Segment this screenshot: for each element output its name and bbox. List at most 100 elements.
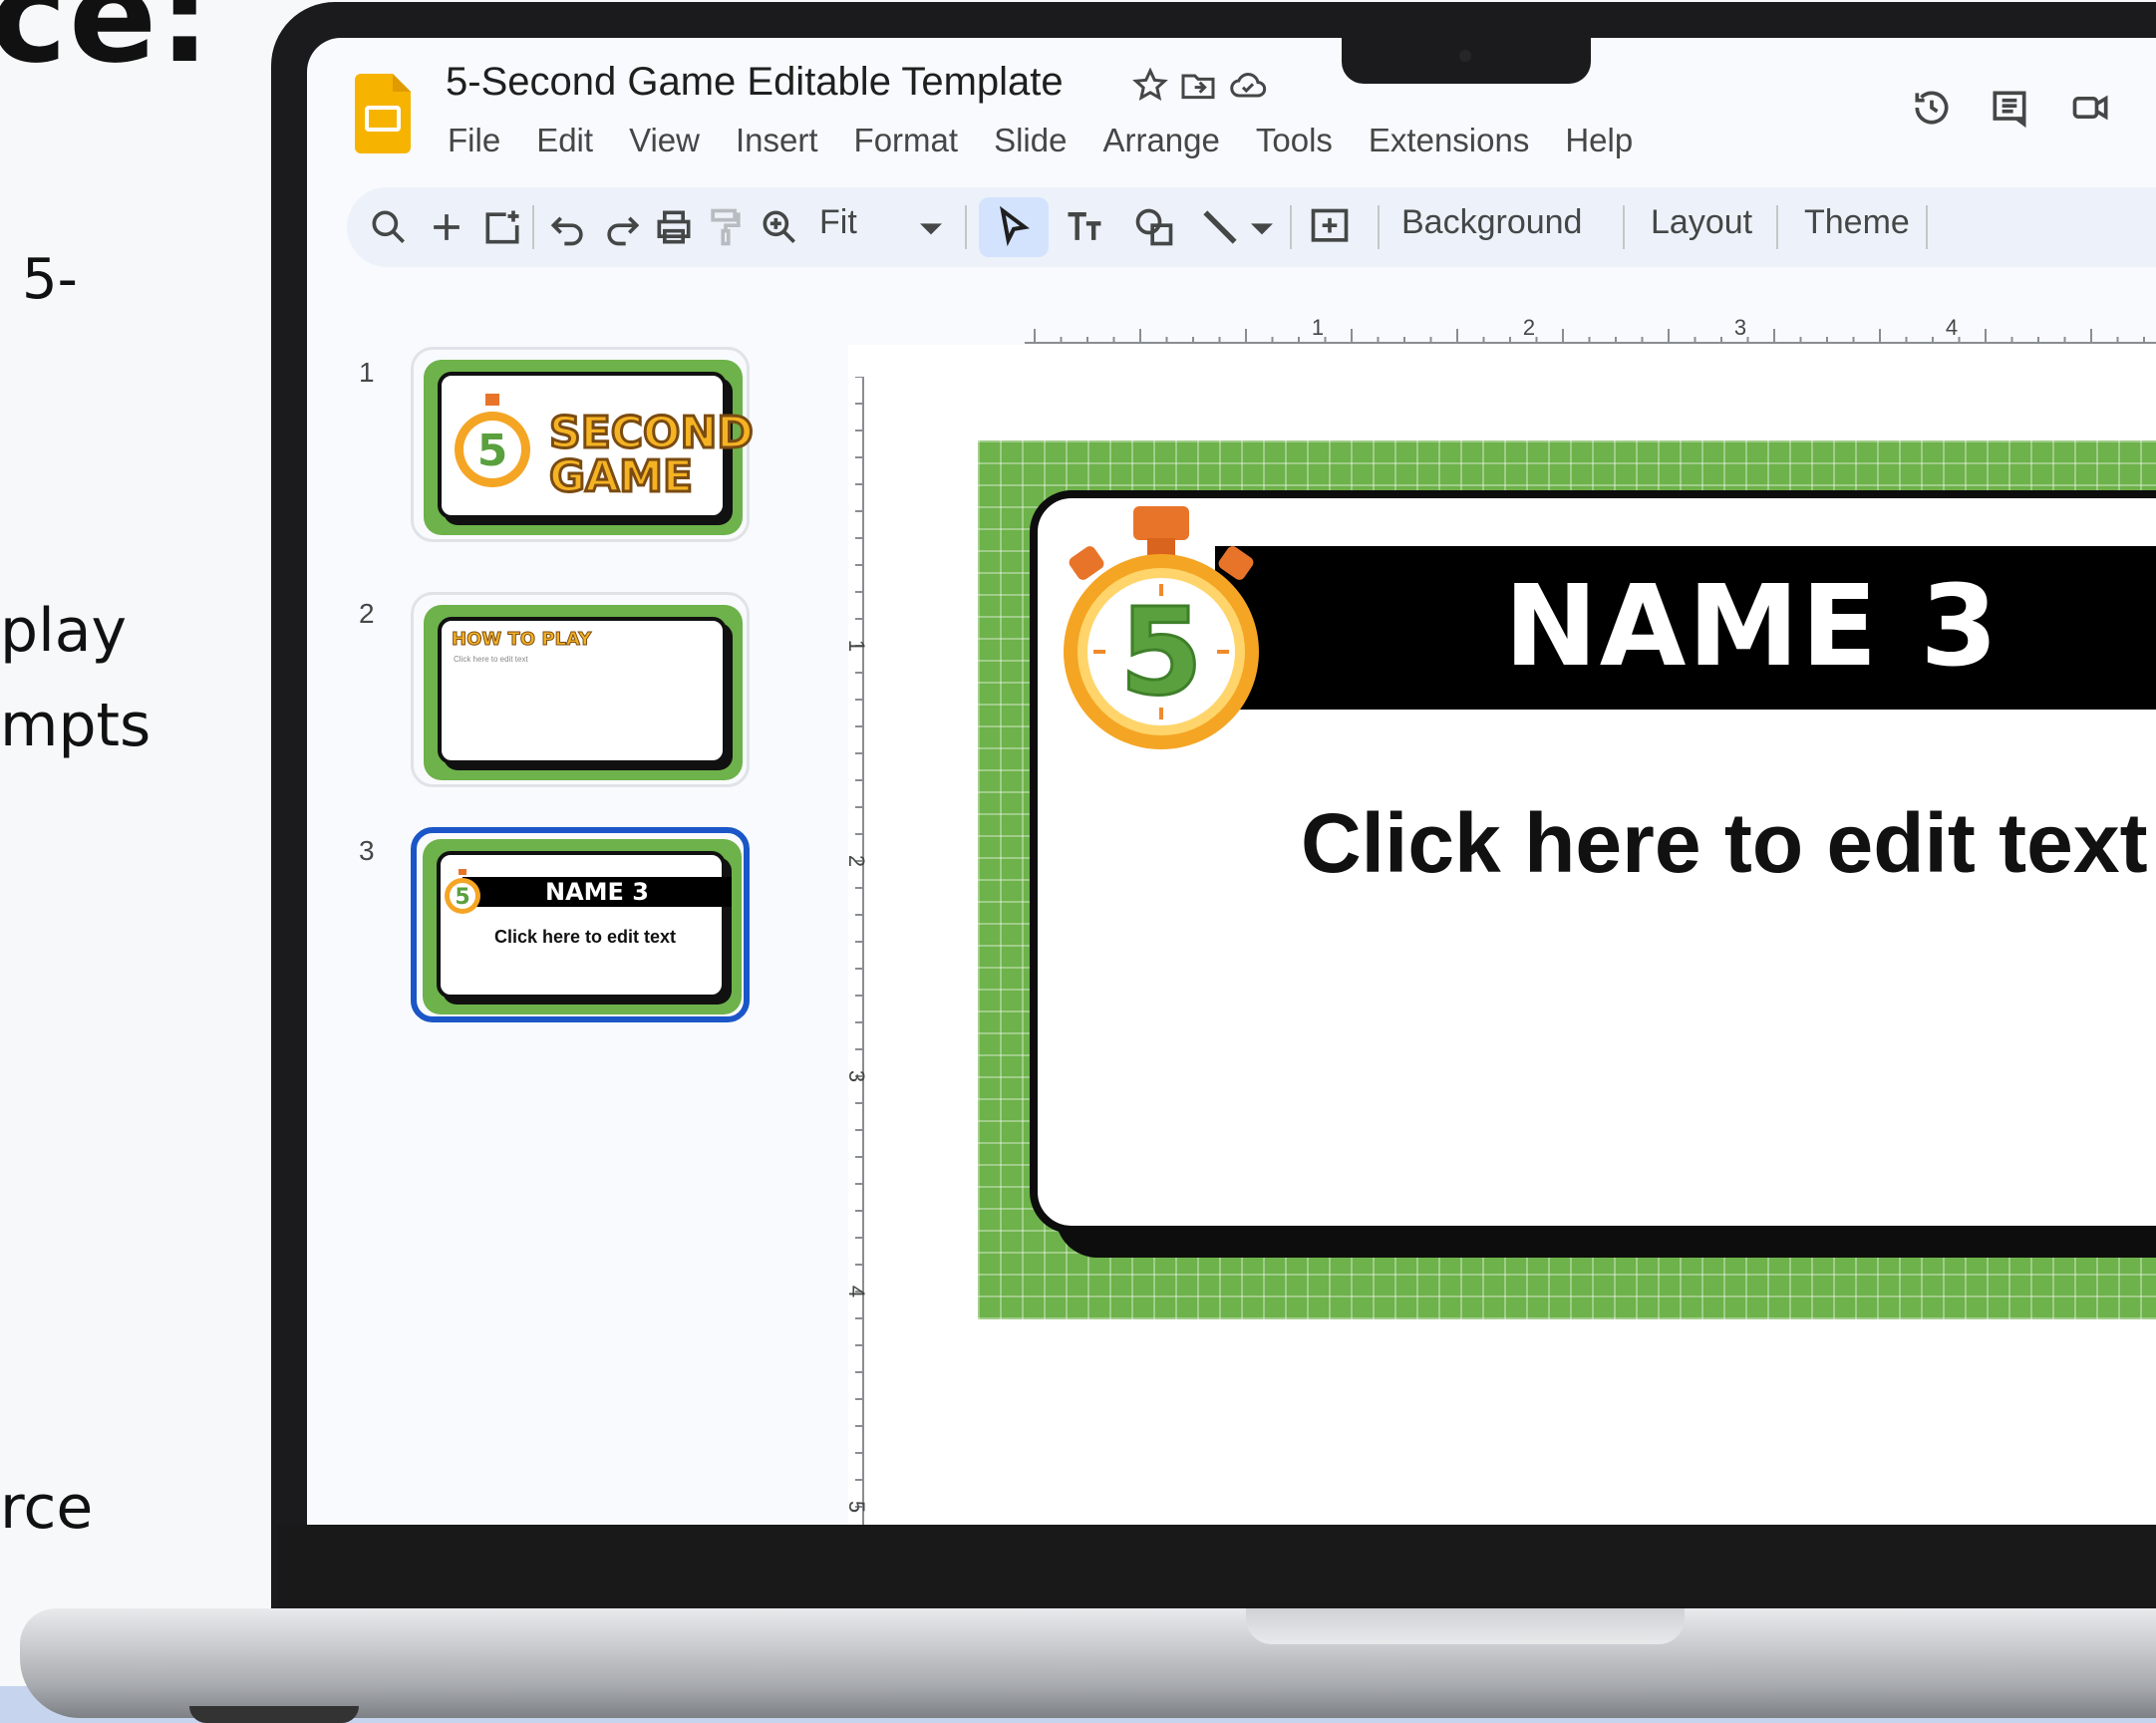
menu-view[interactable]: View — [629, 122, 700, 159]
paint-format-icon[interactable] — [704, 205, 748, 249]
redo-icon[interactable] — [600, 205, 644, 249]
menu-file[interactable]: File — [448, 122, 500, 159]
slide-card[interactable]: NAME 3 5 Click here to edit text — [1030, 490, 2156, 1234]
thumbnail-title-line: SECOND — [548, 408, 756, 458]
ruler-label: 4 — [844, 1286, 867, 1297]
comments-icon[interactable] — [1988, 86, 2031, 130]
menu-format[interactable]: Format — [854, 122, 959, 159]
promo-text-line: mpts — [0, 691, 152, 760]
toolbar-separator — [965, 205, 967, 249]
layout-button[interactable]: Layout — [1651, 203, 1752, 242]
thumbnail-background: 5 SECOND GAME — [424, 360, 755, 535]
menu-bar: File Edit View Insert Format Slide Arran… — [448, 122, 1669, 159]
slide-thumbnail-1[interactable]: 5 SECOND GAME — [411, 347, 755, 542]
thumbnail-title: SECOND GAME — [548, 408, 756, 502]
promo-text-line: 5- — [22, 247, 78, 312]
thumbnail-subtitle: Click here to edit text — [454, 655, 528, 664]
chevron-down-icon[interactable] — [909, 205, 953, 249]
new-slide-layout-icon[interactable] — [480, 205, 524, 249]
print-icon[interactable] — [652, 205, 696, 249]
menu-arrange[interactable]: Arrange — [1102, 122, 1219, 159]
stopwatch-digit: 5 — [455, 885, 469, 910]
thumbnail-card: NAME 3 5 Click here to edit text — [437, 851, 732, 999]
toolbar-separator — [1623, 205, 1625, 249]
slide-number: 2 — [359, 598, 375, 629]
ruler-label: 3 — [844, 1070, 867, 1082]
thumbnail-card: HOW TO PLAY Click here to edit text — [438, 617, 727, 764]
move-to-folder-icon[interactable] — [1178, 66, 1218, 106]
promo-text-line: play — [0, 596, 128, 666]
thumbnail-body-text: Click here to edit text — [493, 927, 677, 947]
stopwatch-icon[interactable]: 5 — [1058, 504, 1267, 753]
laptop-base — [20, 1608, 2156, 1718]
thumbnail-name-bar: NAME 3 — [462, 877, 732, 907]
ruler-label: 5 — [844, 1501, 867, 1513]
toolbar: Fit Background Layout Theme — [347, 187, 2156, 267]
menu-edit[interactable]: Edit — [536, 122, 593, 159]
menu-insert[interactable]: Insert — [736, 122, 818, 159]
text-box-icon[interactable] — [1063, 205, 1106, 249]
stopwatch-icon: 5 — [445, 869, 480, 914]
line-icon[interactable] — [1198, 205, 1242, 249]
slide-thumbnail-2[interactable]: HOW TO PLAY Click here to edit text — [411, 592, 750, 787]
undo-icon[interactable] — [546, 205, 590, 249]
laptop-opening-notch — [1246, 1608, 1685, 1644]
zoom-icon[interactable] — [758, 205, 801, 249]
shape-icon[interactable] — [1132, 205, 1176, 249]
thumbnail-name: NAME 3 — [545, 878, 649, 906]
slides-logo-icon[interactable] — [355, 74, 411, 153]
horizontal-ruler: 1 2 3 4 — [1025, 315, 2156, 344]
slide-canvas[interactable]: NAME 3 5 Click here to edit text — [978, 440, 2156, 1319]
laptop-foot — [189, 1706, 359, 1723]
chevron-down-icon[interactable] — [1240, 205, 1284, 249]
version-history-icon[interactable] — [1910, 86, 1954, 130]
ruler-label: 2 — [1523, 315, 1535, 340]
menu-slide[interactable]: Slide — [994, 122, 1067, 159]
camera-icon — [1459, 50, 1471, 62]
slide-thumbnail-3-selected[interactable]: NAME 3 5 Click here to edit text — [411, 827, 750, 1022]
slide-number: 3 — [359, 835, 375, 866]
vertical-ruler: 1 2 3 4 5 — [844, 377, 867, 1525]
toolbar-separator — [1776, 205, 1778, 249]
add-comment-icon[interactable] — [1308, 205, 1352, 249]
stopwatch-digit: 5 — [1119, 584, 1203, 722]
toolbar-separator — [1378, 205, 1380, 249]
meet-icon[interactable] — [2069, 86, 2113, 130]
cloud-saved-icon[interactable] — [1228, 66, 1268, 106]
ruler-label: 4 — [1946, 315, 1958, 340]
menu-tools[interactable]: Tools — [1256, 122, 1333, 159]
thumbnail-background: HOW TO PLAY Click here to edit text — [424, 605, 743, 780]
thumbnail-title: HOW TO PLAY — [451, 629, 592, 651]
background-button[interactable]: Background — [1401, 203, 1582, 242]
ruler-label: 2 — [844, 855, 867, 867]
thumbnail-card: 5 SECOND GAME — [438, 372, 755, 519]
name-bar[interactable]: NAME 3 — [1215, 546, 2156, 710]
menu-extensions[interactable]: Extensions — [1369, 122, 1529, 159]
menu-help[interactable]: Help — [1565, 122, 1633, 159]
slide-number: 1 — [359, 357, 375, 388]
ruler-label: 3 — [1734, 315, 1746, 340]
new-slide-icon[interactable] — [425, 205, 468, 249]
ruler-label: 1 — [1312, 315, 1324, 340]
select-cursor-icon[interactable] — [992, 205, 1036, 249]
slide-name-text[interactable]: NAME 3 — [1504, 562, 2000, 692]
theme-button[interactable]: Theme — [1804, 203, 1910, 242]
toolbar-separator — [1926, 205, 1928, 249]
slide-body-text[interactable]: Click here to edit text — [1301, 795, 2148, 892]
screen-bezel — [277, 1525, 2156, 1608]
star-icon[interactable] — [1130, 66, 1170, 106]
toolbar-separator — [532, 205, 534, 249]
laptop-screen: 5-Second Game Editable Template File Edi… — [307, 38, 2156, 1525]
camera-notch — [1342, 30, 1591, 84]
ruler-label: 1 — [844, 640, 867, 652]
zoom-select[interactable]: Fit — [819, 203, 857, 242]
promo-text-line: rce — [0, 1473, 94, 1543]
toolbar-separator — [1290, 205, 1292, 249]
document-title[interactable]: 5-Second Game Editable Template — [446, 60, 1064, 105]
promo-heading-fragment: ce: — [0, 0, 213, 92]
stopwatch-digit: 5 — [477, 426, 508, 476]
stopwatch-icon: 5 — [455, 394, 530, 487]
search-menus-icon[interactable] — [367, 205, 411, 249]
thumbnail-background: NAME 3 5 Click here to edit text — [423, 839, 742, 1014]
thumbnail-title-line: GAME — [548, 451, 695, 502]
